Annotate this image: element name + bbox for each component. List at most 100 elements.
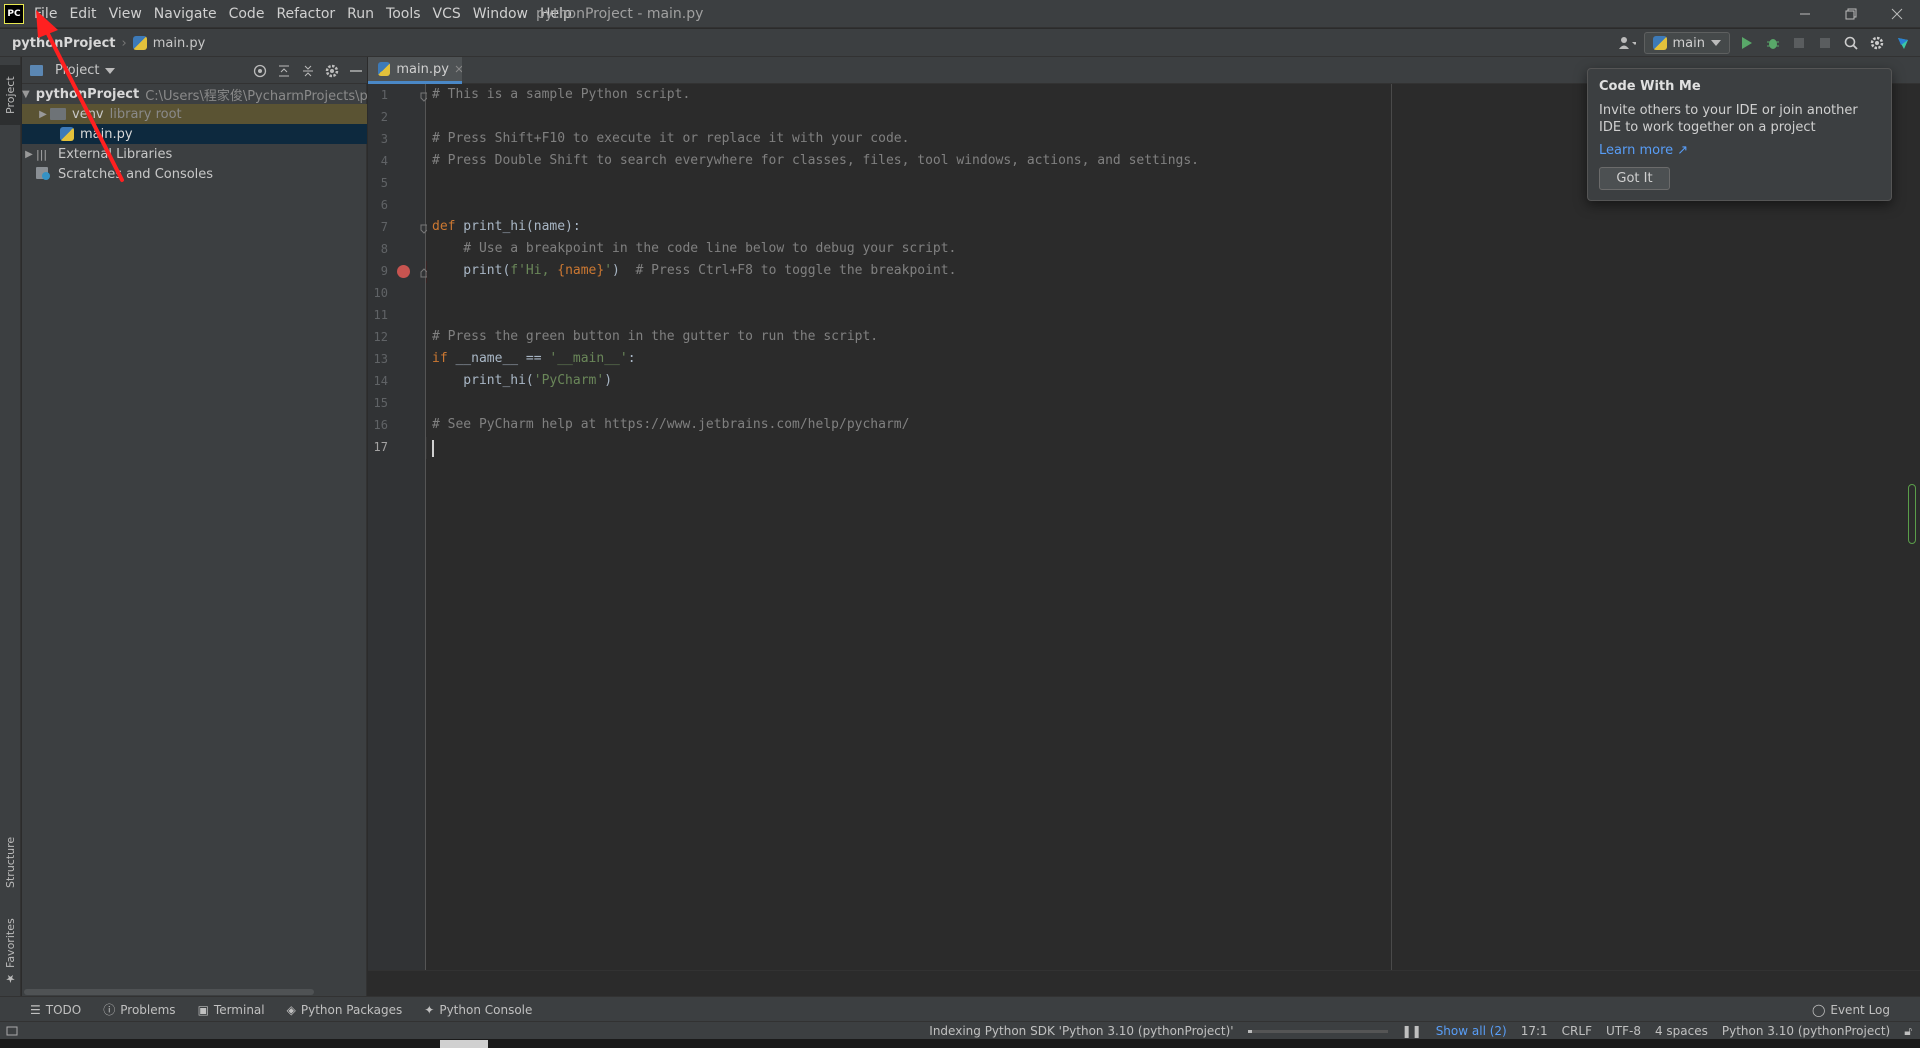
tree-item-external-libraries[interactable]: ▶ ||| External Libraries — [22, 144, 367, 164]
settings-button[interactable] — [1868, 34, 1886, 52]
select-opened-file-icon[interactable] — [253, 64, 267, 78]
project-folder-icon — [30, 65, 43, 76]
stripe-tab-favorites[interactable]: ★ Favorites — [0, 917, 21, 987]
title-bar: PC File Edit View Navigate Code Refactor… — [0, 0, 1920, 28]
project-view-select[interactable]: Project — [30, 57, 116, 84]
hide-panel-icon[interactable] — [349, 64, 363, 78]
got-it-button[interactable]: Got It — [1599, 167, 1670, 190]
editor-tab-main-py[interactable]: main.py — [368, 57, 462, 84]
coverage-button[interactable] — [1790, 34, 1808, 52]
editor-scrollbar-marker[interactable] — [1908, 484, 1916, 544]
tool-tab-problems[interactable]: ⓘ Problems — [103, 1001, 175, 1018]
code-line-13: if __name__ == '__main__': — [432, 348, 636, 370]
python-interpreter[interactable]: Python 3.10 (pythonProject) — [1722, 1024, 1890, 1038]
run-button[interactable] — [1738, 34, 1756, 52]
menu-navigate[interactable]: Navigate — [148, 0, 223, 28]
learn-more-link[interactable]: Learn more ↗ — [1599, 143, 1880, 158]
tool-window-bar: ☰ TODO ⓘ Problems ▣ Terminal ◈ Python Pa… — [0, 996, 1920, 1021]
gear-icon — [1870, 36, 1884, 50]
indent-setting[interactable]: 4 spaces — [1655, 1024, 1708, 1038]
restore-button[interactable] — [1828, 0, 1874, 28]
fstring-expression: {name} — [557, 263, 605, 278]
tree-item-label: Scratches and Consoles — [58, 166, 214, 182]
editor-gutter[interactable]: 1 2 3 4 5 6 7 8 9 10 11 12 13 14 15 16 1… — [368, 84, 428, 970]
project-panel-toolbar — [253, 57, 363, 84]
tool-tab-python-console[interactable]: ✦ Python Console — [424, 1003, 532, 1017]
search-everywhere-button[interactable] — [1842, 34, 1860, 52]
line-number: 4 — [380, 154, 388, 168]
chevron-right-icon[interactable]: ▶ — [22, 149, 36, 160]
pycharm-logo-icon[interactable]: PC — [4, 4, 24, 24]
caret-position[interactable]: 17:1 — [1521, 1024, 1548, 1038]
stripe-tab-project-label: Project — [4, 76, 17, 114]
coverage-icon — [1794, 38, 1804, 48]
lock-icon[interactable]: 🔓︎ — [1904, 1024, 1912, 1039]
line-number: 6 — [380, 198, 388, 212]
jetbrains-icon — [1898, 38, 1908, 49]
menu-edit[interactable]: Edit — [63, 0, 102, 28]
breadcrumb-separator-icon: › — [121, 35, 127, 51]
text-caret — [432, 440, 434, 457]
tree-item-main-py[interactable]: main.py — [22, 124, 367, 144]
line-number: 12 — [373, 330, 388, 344]
project-panel-title: Project — [55, 63, 100, 78]
popup-body: Invite others to your IDE or join anothe… — [1599, 103, 1858, 135]
tool-tab-label: Terminal — [213, 1002, 265, 1017]
pause-icon[interactable]: ❚❚ — [1402, 1024, 1422, 1038]
tool-tab-label: Problems — [120, 1002, 176, 1017]
stripe-tab-structure[interactable]: Structure — [0, 827, 21, 897]
tree-item-project-root[interactable]: ▼ pythonProject C:\Users\程家俊\PycharmProj… — [22, 84, 367, 104]
stop-button[interactable] — [1816, 34, 1834, 52]
run-configuration-select[interactable]: main — [1643, 32, 1730, 54]
code-token: ) — [612, 263, 636, 278]
chevron-down-icon[interactable]: ▼ — [22, 89, 30, 100]
expand-all-icon[interactable] — [277, 64, 291, 78]
menu-window[interactable]: Window — [467, 0, 534, 28]
debug-button[interactable] — [1764, 34, 1782, 52]
chevron-right-icon[interactable]: ▶ — [36, 109, 50, 120]
menu-code[interactable]: Code — [223, 0, 271, 28]
breadcrumb-project[interactable]: pythonProject — [12, 36, 116, 51]
tool-tab-todo[interactable]: ☰ TODO — [30, 1003, 81, 1017]
line-number: 2 — [380, 110, 388, 124]
toggle-tool-windows-icon[interactable] — [6, 1025, 18, 1037]
indexing-status[interactable]: Indexing Python SDK 'Python 3.10 (python… — [929, 1024, 1233, 1038]
gear-icon[interactable] — [325, 64, 339, 78]
chevron-down-icon — [1711, 40, 1721, 46]
menu-refactor[interactable]: Refactor — [270, 0, 341, 28]
minimize-button[interactable] — [1782, 0, 1828, 28]
string-literal: ' — [604, 263, 613, 278]
tool-tab-terminal[interactable]: ▣ Terminal — [198, 1003, 265, 1017]
tool-tab-python-packages[interactable]: ◈ Python Packages — [287, 1003, 403, 1017]
show-all-processes-link[interactable]: Show all (2) — [1436, 1024, 1507, 1038]
code-with-me-button[interactable] — [1618, 34, 1636, 52]
collapse-all-icon[interactable] — [301, 64, 315, 78]
tree-item-venv[interactable]: ▶ venv library root — [22, 104, 367, 124]
breakpoint-icon[interactable] — [397, 265, 410, 278]
line-separator[interactable]: CRLF — [1562, 1024, 1592, 1038]
stop-icon — [1820, 38, 1830, 48]
close-tab-icon[interactable] — [455, 65, 462, 73]
horizontal-scrollbar[interactable] — [24, 989, 314, 995]
desktop-taskbar — [0, 1039, 1920, 1048]
event-log-button[interactable]: ◯ Event Log — [1812, 997, 1890, 1022]
file-encoding[interactable]: UTF-8 — [1606, 1024, 1641, 1038]
code-line-3: # Press Shift+F10 to execute it or repla… — [432, 131, 910, 146]
menu-file[interactable]: File — [28, 0, 63, 28]
python-file-icon — [132, 36, 147, 50]
menu-run[interactable]: Run — [341, 0, 380, 28]
stripe-tab-project[interactable]: Project — [0, 65, 21, 125]
comment: # Press Ctrl+F8 to toggle the breakpoint… — [635, 263, 957, 278]
tree-item-label: External Libraries — [58, 146, 173, 162]
minimize-icon — [1800, 13, 1810, 15]
jetbrains-toolbox-button[interactable] — [1894, 34, 1912, 52]
taskbar-item[interactable] — [440, 1040, 488, 1048]
code-editor[interactable]: # This is a sample Python script. # Pres… — [427, 84, 1920, 970]
menu-tools[interactable]: Tools — [380, 0, 427, 28]
menu-vcs[interactable]: VCS — [427, 0, 467, 28]
tree-item-scratches[interactable]: Scratches and Consoles — [22, 164, 367, 184]
search-icon — [1844, 36, 1858, 50]
menu-view[interactable]: View — [103, 0, 148, 28]
breadcrumb-file[interactable]: main.py — [153, 36, 206, 51]
close-window-button[interactable] — [1874, 0, 1920, 28]
